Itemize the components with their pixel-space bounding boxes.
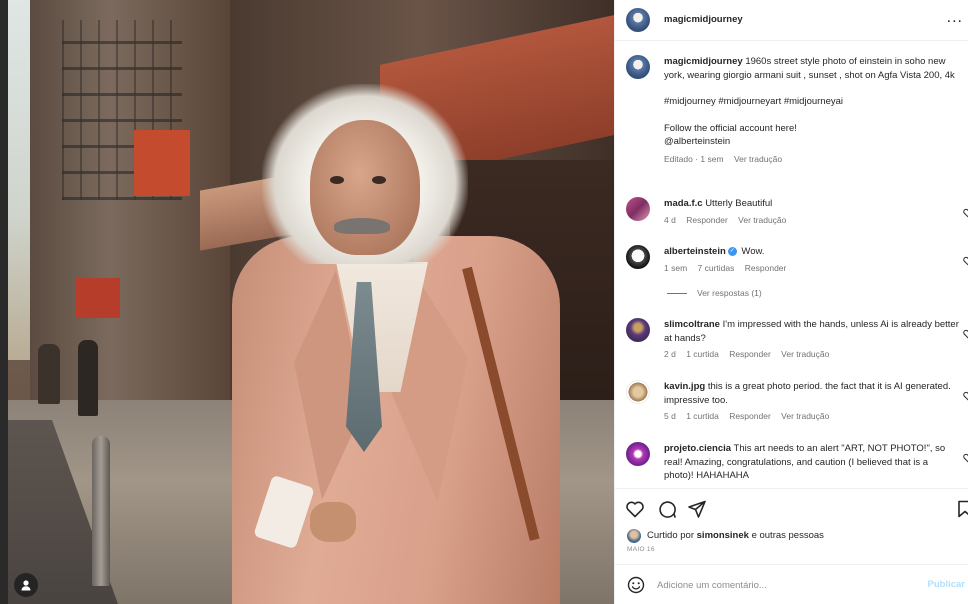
comment-input[interactable] bbox=[657, 575, 917, 595]
caption-meta: Editado · 1 sem Ver tradução bbox=[664, 153, 783, 164]
caption-follow: Follow the official account here! bbox=[664, 122, 797, 134]
comment-username[interactable]: slimcoltrane bbox=[664, 319, 720, 330]
view-replies-label: Ver respostas (1) bbox=[697, 288, 762, 298]
image-edge bbox=[0, 0, 8, 604]
comment-button[interactable] bbox=[657, 499, 677, 519]
author-username[interactable]: magicmidjourney bbox=[664, 14, 743, 25]
see-translation-link[interactable]: Ver tradução bbox=[738, 215, 786, 225]
commenter-avatar[interactable] bbox=[626, 380, 650, 404]
mustache bbox=[334, 218, 390, 234]
comment-like-button[interactable] bbox=[963, 253, 968, 266]
comment-icon bbox=[659, 501, 676, 518]
eye bbox=[330, 176, 344, 184]
comment-text: Utterly Beautiful bbox=[705, 198, 773, 209]
author-avatar[interactable] bbox=[626, 55, 650, 79]
save-button[interactable] bbox=[955, 499, 968, 519]
post-date[interactable]: MAIO 16 bbox=[627, 546, 655, 553]
comment-time: 5 d bbox=[664, 411, 676, 421]
paper-plane-icon bbox=[688, 500, 706, 518]
caption-username[interactable]: magicmidjourney bbox=[664, 56, 743, 67]
replies-line bbox=[667, 292, 687, 294]
publish-button[interactable]: Publicar bbox=[928, 579, 966, 590]
face bbox=[310, 120, 420, 255]
share-button[interactable] bbox=[687, 499, 707, 519]
comment-likes[interactable]: 7 curtidas bbox=[698, 263, 735, 273]
heart-icon bbox=[963, 329, 968, 339]
comment-time: 1 sem bbox=[664, 262, 688, 273]
liked-by-prefix: Curtido por bbox=[647, 530, 694, 542]
add-comment-bar: Publicar bbox=[615, 564, 968, 604]
liked-by-suffix[interactable]: e outras pessoas bbox=[752, 530, 824, 541]
see-translation-link[interactable]: Ver tradução bbox=[781, 411, 829, 421]
reply-button[interactable]: Responder bbox=[686, 215, 728, 225]
see-translation-link[interactable]: Ver tradução bbox=[781, 349, 829, 359]
comment-text: this is a great photo period. the fact t… bbox=[664, 381, 951, 406]
comment-like-button[interactable] bbox=[963, 450, 968, 463]
bollard bbox=[92, 436, 110, 586]
heart-icon bbox=[963, 208, 968, 218]
pedestrian bbox=[38, 344, 60, 404]
view-replies-button[interactable]: Ver respostas (1) bbox=[667, 288, 762, 298]
comment-like-button[interactable] bbox=[963, 388, 968, 401]
eye bbox=[372, 176, 386, 184]
heart-icon bbox=[963, 453, 968, 463]
user-tag-button[interactable] bbox=[14, 573, 38, 597]
pedestrian bbox=[78, 340, 98, 416]
action-bar bbox=[615, 488, 968, 528]
reply-button[interactable]: Responder bbox=[729, 349, 771, 359]
comment-like-button[interactable] bbox=[963, 205, 968, 218]
comment-likes[interactable]: 1 curtida bbox=[686, 349, 719, 359]
user-icon bbox=[21, 580, 31, 591]
caption-text: magicmidjourney 1960s street style photo… bbox=[664, 55, 960, 82]
caption-hashtags[interactable]: #midjourney #midjourneyart #midjourneyai bbox=[664, 95, 960, 109]
author-avatar[interactable] bbox=[626, 8, 650, 32]
store-sign bbox=[134, 130, 190, 196]
comment-username[interactable]: projeto.ciencia bbox=[664, 443, 731, 454]
comment-username[interactable]: alberteinstein bbox=[664, 246, 726, 257]
reply-button[interactable]: Responder bbox=[745, 263, 787, 273]
store-sign-small bbox=[76, 278, 120, 318]
edited-label: Editado bbox=[664, 153, 693, 164]
caption-mention[interactable]: @alberteinstein bbox=[664, 135, 960, 149]
bookmark-icon bbox=[958, 500, 968, 518]
comment-like-button[interactable] bbox=[963, 326, 968, 339]
liker-username[interactable]: simonsinek bbox=[697, 530, 749, 541]
hand bbox=[310, 502, 356, 542]
post-header: magicmidjourney ... bbox=[615, 0, 968, 41]
liked-by: Curtido por simonsinek e outras pessoas bbox=[627, 529, 824, 543]
comment-username[interactable]: mada.f.c bbox=[664, 198, 703, 209]
see-translation-link[interactable]: Ver tradução bbox=[734, 154, 782, 164]
commenter-avatar[interactable] bbox=[626, 197, 650, 221]
heart-icon bbox=[963, 391, 968, 401]
verified-badge-icon: ✓ bbox=[727, 246, 737, 256]
post-image[interactable] bbox=[0, 0, 614, 604]
smiley-icon bbox=[627, 576, 645, 594]
heart-icon bbox=[963, 256, 968, 266]
comment-time: 4 d bbox=[664, 214, 676, 225]
commenter-avatar[interactable] bbox=[626, 442, 650, 466]
comments-list[interactable]: magicmidjourney 1960s street style photo… bbox=[615, 42, 968, 488]
commenter-avatar[interactable] bbox=[626, 318, 650, 342]
comment-likes[interactable]: 1 curtida bbox=[686, 411, 719, 421]
commenter-avatar[interactable] bbox=[626, 245, 650, 269]
post-sidebar: magicmidjourney ... magicmidjourney 1960… bbox=[614, 0, 968, 604]
comment-time: 2 d bbox=[664, 349, 676, 359]
reply-button[interactable]: Responder bbox=[729, 411, 771, 421]
liker-avatar[interactable] bbox=[627, 529, 641, 543]
comment-username[interactable]: kavin.jpg bbox=[664, 381, 705, 392]
emoji-button[interactable] bbox=[627, 576, 645, 594]
like-button[interactable] bbox=[625, 499, 645, 519]
caption-time: 1 sem bbox=[700, 153, 724, 164]
more-options-button[interactable]: ... bbox=[947, 10, 963, 26]
heart-icon bbox=[626, 501, 644, 518]
comment-text: Wow. bbox=[741, 246, 765, 257]
